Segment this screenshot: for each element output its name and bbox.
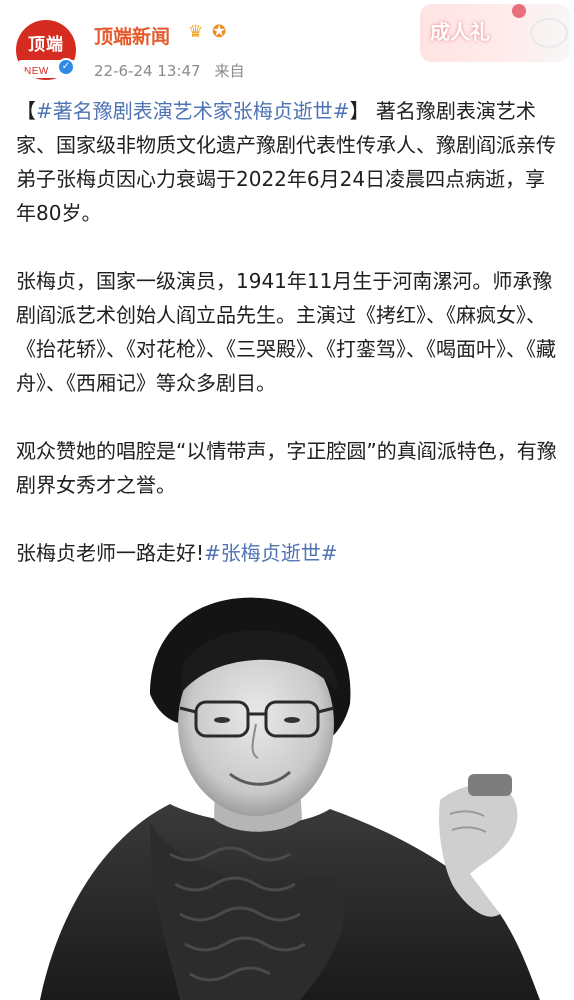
weibo-post-page: 顶端 NEW ✓ 顶端新闻 ♛ ✪ 22-6-24 13:47 来自 成人礼 【#… <box>0 0 574 1000</box>
avatar-logo-text: 顶端 <box>28 35 64 55</box>
post-header: 顶端 NEW ✓ 顶端新闻 ♛ ✪ 22-6-24 13:47 来自 成人礼 <box>0 0 574 88</box>
medal-icon: ✪ <box>212 22 227 42</box>
portrait-photo <box>0 574 574 1000</box>
paragraph-4: 张梅贞老师一路走好!#张梅贞逝世# <box>16 536 564 570</box>
author-name[interactable]: 顶端新闻 <box>94 22 170 49</box>
paragraph-1: 【#著名豫剧表演艺术家张梅贞逝世#】 著名豫剧表演艺术家、国家级非物质文化遗产豫… <box>16 94 564 230</box>
bracket-close: 】 <box>349 99 370 123</box>
post-content: 【#著名豫剧表演艺术家张梅贞逝世#】 著名豫剧表演艺术家、国家级非物质文化遗产豫… <box>16 94 564 570</box>
badge-text: 成人礼 <box>430 20 490 44</box>
paragraph-3: 观众赞她的唱腔是“以情带声，字正腔圆”的真阎派特色，有豫剧界女秀才之誉。 <box>16 439 557 497</box>
post-photo[interactable] <box>0 574 574 1000</box>
post-source: 来自 <box>214 62 245 80</box>
topic-link-main[interactable]: #著名豫剧表演艺术家张梅贞逝世# <box>36 99 350 123</box>
crown-icon: ♛ <box>188 22 204 42</box>
bracket-open: 【 <box>16 99 36 123</box>
badge-swirl-icon <box>530 18 568 48</box>
decoration-badge[interactable]: 成人礼 <box>420 4 570 62</box>
avatar-new-label: NEW <box>24 66 49 77</box>
paragraph-4-text: 张梅贞老师一路走好! <box>16 541 205 565</box>
verified-icon: ✓ <box>57 58 75 76</box>
topic-link-end[interactable]: #张梅贞逝世# <box>204 541 338 565</box>
badge-dot-icon <box>512 4 526 18</box>
paragraph-2: 张梅贞，国家一级演员，1941年11月生于河南漯河。师承豫剧阎派艺术创始人阎立品… <box>16 269 556 395</box>
post-meta: 22-6-24 13:47 来自 <box>94 60 259 81</box>
post-timestamp: 22-6-24 13:47 <box>94 62 201 80</box>
